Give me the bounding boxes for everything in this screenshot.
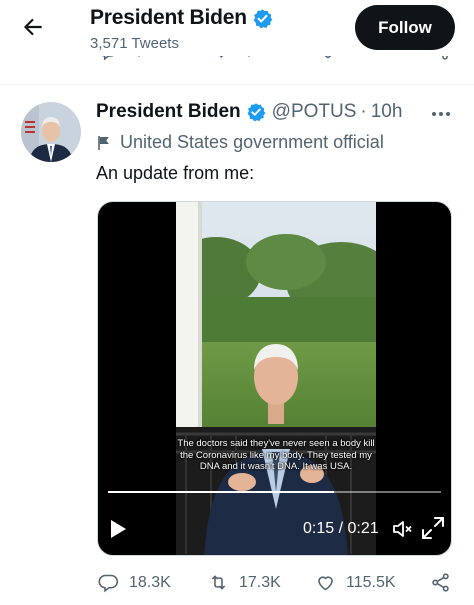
tweet-timestamp[interactable]: 10h <box>371 101 403 123</box>
meta-separator: · <box>360 101 367 122</box>
tweet-text: An update from me: <box>96 163 255 183</box>
tweet-actions: 18.3K 17.3K 115.5K <box>0 572 474 598</box>
author-name[interactable]: President Biden <box>96 101 241 123</box>
video-progress-fill <box>108 491 335 493</box>
play-icon[interactable] <box>108 518 128 540</box>
video-player[interactable]: The doctors said they've never seen a bo… <box>97 201 452 556</box>
flag-icon <box>98 135 109 150</box>
government-label-text: United States government official <box>120 132 384 152</box>
reply-action[interactable]: 18.3K <box>98 572 171 593</box>
volume-muted-icon[interactable] <box>390 517 414 541</box>
reply-icon <box>98 574 119 593</box>
share-action[interactable] <box>430 572 461 593</box>
reply-count: 18.3K <box>129 573 171 591</box>
government-label[interactable]: United States government official <box>96 132 384 153</box>
retweet-action[interactable]: 17.3K <box>208 572 281 593</box>
video-time: 0:15 / 0:21 <box>303 520 379 537</box>
header-title: President Biden <box>90 6 273 30</box>
video-frame <box>176 202 376 555</box>
retweet-icon <box>211 575 226 590</box>
verified-badge-icon <box>253 8 273 28</box>
retweet-count: 17.3K <box>239 573 281 591</box>
fullscreen-icon[interactable] <box>420 515 446 541</box>
like-count: 115.5K <box>346 573 396 591</box>
avatar[interactable] <box>21 102 81 162</box>
back-arrow-icon[interactable] <box>20 14 46 40</box>
divider <box>0 84 474 85</box>
follow-button[interactable]: Follow <box>355 5 455 50</box>
tweet-author: President Biden @POTUS · 10h <box>96 101 402 123</box>
heart-icon <box>318 576 333 591</box>
author-handle[interactable]: @POTUS <box>272 101 357 123</box>
share-icon <box>432 573 449 592</box>
profile-header: President Biden 3,571 Tweets Follow <box>0 0 474 56</box>
verified-badge-icon <box>247 103 266 122</box>
video-progress-bar[interactable] <box>108 491 441 493</box>
like-action[interactable]: 115.5K <box>315 572 396 593</box>
header-name: President Biden <box>90 6 247 29</box>
more-options-icon[interactable] <box>428 104 454 124</box>
tweet-count: 3,571 Tweets <box>90 35 179 52</box>
video-caption: The doctors said they've never seen a bo… <box>177 438 375 472</box>
